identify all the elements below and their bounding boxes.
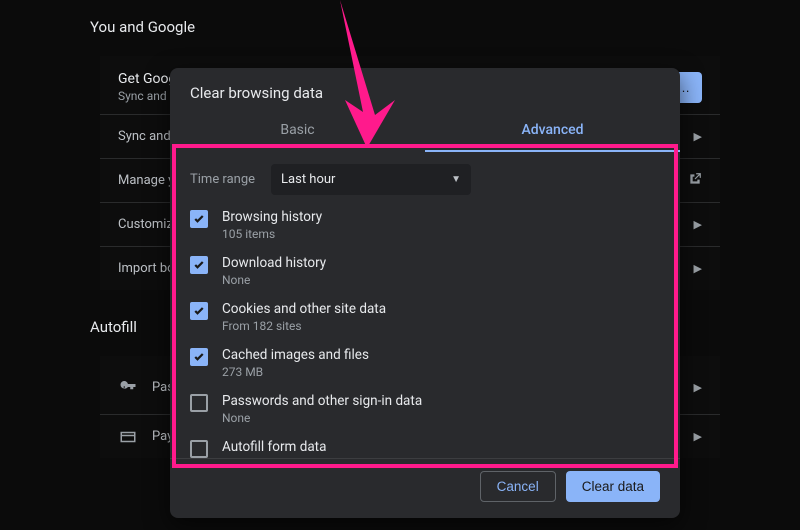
- dialog-footer: Cancel Clear data: [170, 458, 680, 518]
- credit-card-icon: [118, 427, 138, 447]
- tab-basic[interactable]: Basic: [170, 112, 425, 152]
- chevron-right-icon: ▶: [694, 130, 702, 143]
- item-title: Passwords and other sign-in data: [222, 393, 422, 409]
- clear-data-button[interactable]: Clear data: [566, 471, 660, 502]
- item-sub: From 182 sites: [222, 319, 386, 333]
- time-range-value: Last hour: [281, 172, 335, 187]
- chevron-right-icon: ▶: [694, 381, 702, 394]
- checkbox[interactable]: [190, 210, 208, 228]
- item-title: Cookies and other site data: [222, 301, 386, 317]
- checkbox-item-passwords[interactable]: Passwords and other sign-in data None: [190, 393, 660, 425]
- time-range-label: Time range: [190, 172, 255, 187]
- checkbox-item-browsing-history[interactable]: Browsing history 105 items: [190, 209, 660, 241]
- dialog-title: Clear browsing data: [170, 68, 680, 112]
- checkbox-list: Browsing history 105 items Download hist…: [190, 209, 660, 458]
- section-you-and-google: You and Google: [90, 18, 800, 36]
- checkbox[interactable]: [190, 394, 208, 412]
- chevron-right-icon: ▶: [694, 218, 702, 231]
- cancel-button[interactable]: Cancel: [480, 471, 556, 502]
- dialog-tabs: Basic Advanced: [170, 112, 680, 152]
- item-title: Autofill form data: [222, 439, 326, 455]
- checkbox[interactable]: [190, 348, 208, 366]
- item-title: Cached images and files: [222, 347, 369, 363]
- item-sub: 105 items: [222, 227, 322, 241]
- key-icon: [118, 377, 138, 397]
- checkbox-item-autofill[interactable]: Autofill form data: [190, 439, 660, 458]
- clear-browsing-data-dialog: Clear browsing data Basic Advanced Time …: [170, 68, 680, 518]
- checkbox[interactable]: [190, 256, 208, 274]
- external-link-icon: [688, 172, 702, 190]
- checkbox[interactable]: [190, 440, 208, 458]
- item-sub: 273 MB: [222, 365, 369, 379]
- item-title: Browsing history: [222, 209, 322, 225]
- item-sub: None: [222, 411, 422, 425]
- time-range-select[interactable]: Last hour ▼: [271, 164, 471, 195]
- checkbox[interactable]: [190, 302, 208, 320]
- dialog-body: Time range Last hour ▼ Browsing history …: [170, 152, 680, 458]
- item-title: Download history: [222, 255, 326, 271]
- dropdown-arrow-icon: ▼: [451, 174, 461, 185]
- checkbox-item-cookies[interactable]: Cookies and other site data From 182 sit…: [190, 301, 660, 333]
- checkbox-item-download-history[interactable]: Download history None: [190, 255, 660, 287]
- item-sub: None: [222, 273, 326, 287]
- chevron-right-icon: ▶: [694, 430, 702, 443]
- checkbox-item-cached[interactable]: Cached images and files 273 MB: [190, 347, 660, 379]
- time-range-row: Time range Last hour ▼: [190, 164, 660, 195]
- tab-advanced[interactable]: Advanced: [425, 112, 680, 152]
- chevron-right-icon: ▶: [694, 262, 702, 275]
